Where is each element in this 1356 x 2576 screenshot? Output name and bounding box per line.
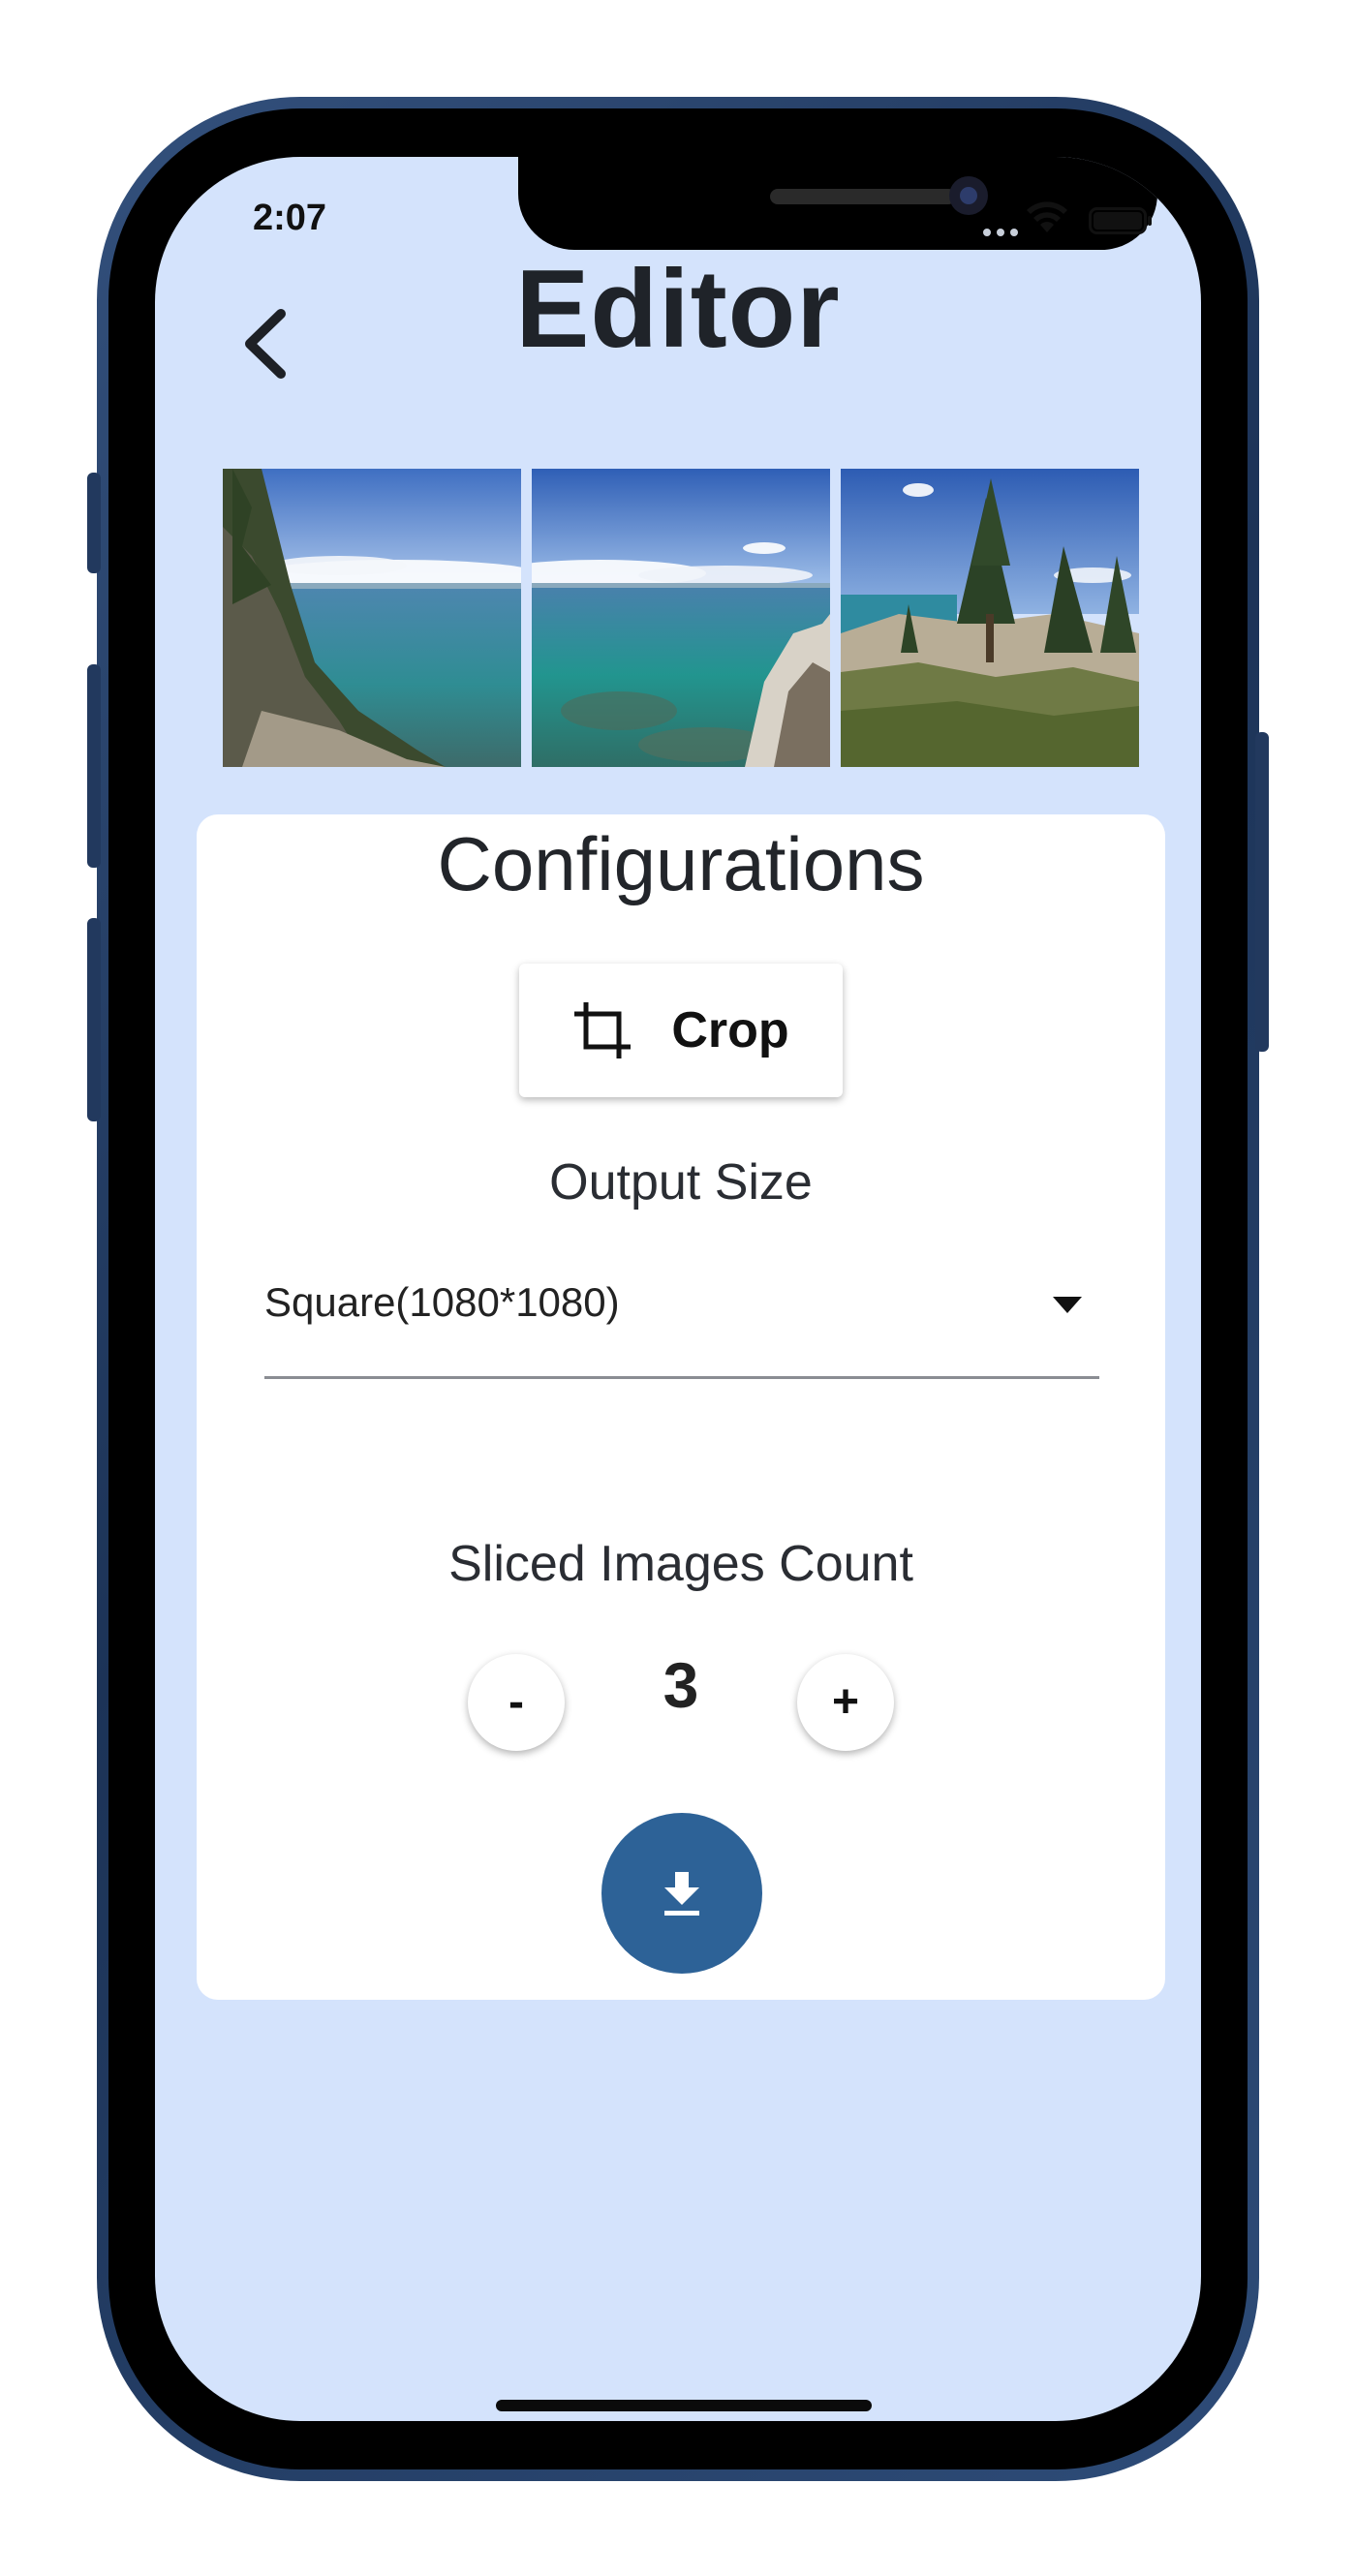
lake-slice-left <box>223 469 521 767</box>
configurations-card: Configurations Crop Output Size Square(1… <box>197 814 1165 2000</box>
front-camera <box>949 176 988 215</box>
earpiece-speaker <box>770 189 956 204</box>
download-button[interactable] <box>601 1813 762 1974</box>
decrement-button[interactable]: - <box>468 1654 565 1751</box>
page-title: Editor <box>515 248 841 371</box>
signal-dots-icon <box>983 229 1018 236</box>
sliced-images-count-value: 3 <box>663 1649 699 1721</box>
home-indicator[interactable] <box>496 2400 872 2411</box>
output-size-label: Output Size <box>549 1154 813 1211</box>
crop-label: Crop <box>671 1002 789 1058</box>
dropdown-caret-icon <box>1053 1297 1082 1313</box>
phone-side-button-power <box>1255 732 1269 1052</box>
status-time: 2:07 <box>253 198 327 238</box>
crop-icon <box>574 1002 632 1058</box>
phone-screen: 2:07 Editor Configurations Crop Output S… <box>155 157 1201 2421</box>
increment-button[interactable]: + <box>797 1654 894 1751</box>
phone-side-button-volume-up <box>87 664 101 868</box>
lake-slice-middle <box>532 469 830 767</box>
crop-button[interactable]: Crop <box>519 964 843 1097</box>
sliced-images-count-label: Sliced Images Count <box>448 1536 913 1592</box>
phone-side-button-volume-down <box>87 918 101 1121</box>
download-icon <box>664 1872 699 1916</box>
output-size-value: Square(1080*1080) <box>264 1279 620 1325</box>
image-slice-3[interactable] <box>841 469 1139 767</box>
phone-side-button-silent <box>87 473 101 573</box>
image-slice-1[interactable] <box>223 469 521 767</box>
lake-slice-right <box>841 469 1139 767</box>
battery-icon <box>1089 207 1152 234</box>
wifi-icon <box>1027 201 1067 232</box>
configurations-heading: Configurations <box>437 821 925 906</box>
output-size-select[interactable]: Square(1080*1080) <box>264 1270 1099 1379</box>
image-slice-2[interactable] <box>532 469 830 767</box>
